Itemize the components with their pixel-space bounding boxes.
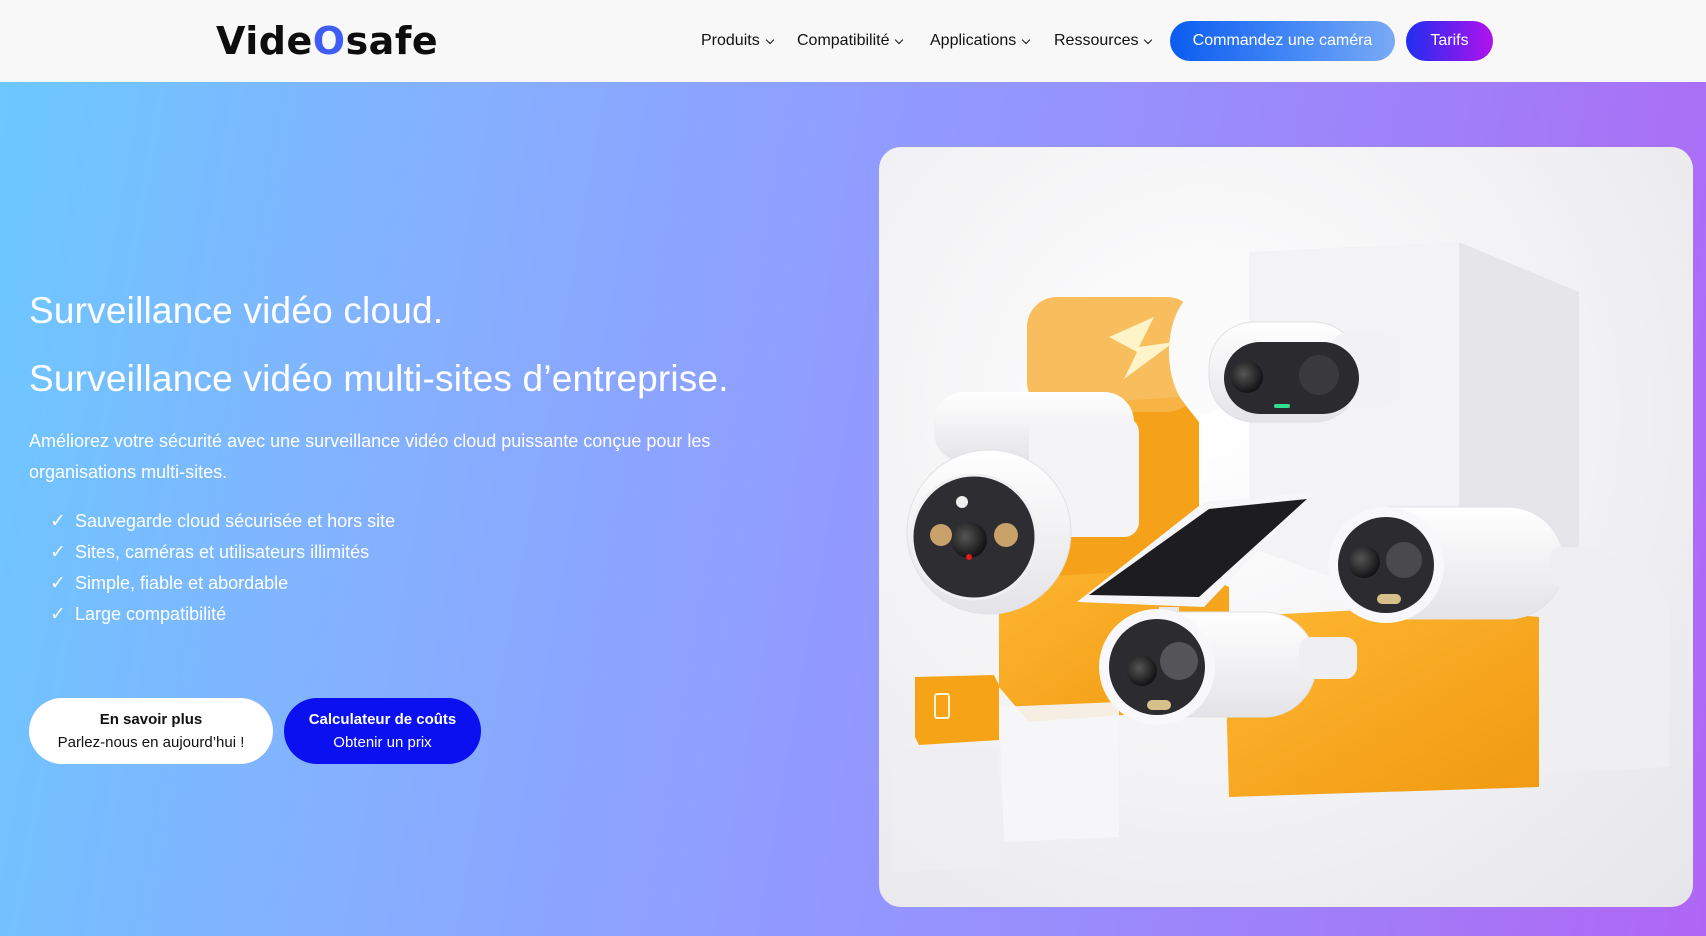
feature-list: ✓ Sauvegarde cloud sécurisée et hors site… <box>50 506 395 630</box>
logo[interactable]: VideOsafe <box>216 17 438 65</box>
cost-calculator-button[interactable]: Calculateur de coûts Obtenir un prix <box>284 698 481 764</box>
pricing-button[interactable]: Tarifs <box>1406 21 1493 61</box>
chevron-down-icon <box>1022 35 1031 44</box>
chevron-down-icon <box>765 35 774 44</box>
logo-o: O <box>312 19 346 63</box>
site-header: VideOsafe Produits Compatibilité Applica… <box>0 0 1706 82</box>
feature-text: Large compatibilité <box>75 604 227 624</box>
logo-prefix: Vide <box>216 19 313 63</box>
battery-cube <box>915 675 999 745</box>
main-nav: Produits <box>701 28 774 54</box>
learn-more-label: En savoir plus <box>99 711 203 728</box>
feature-item: ✓ Large compatibilité <box>50 599 395 630</box>
checkmark-icon: ✓ <box>50 542 66 563</box>
logo-suffix: safe <box>345 19 439 63</box>
hero-title: Surveillance vidéo cloud. <box>29 290 444 331</box>
nav-label: Produits <box>701 32 760 49</box>
feature-text: Sites, caméras et utilisateurs illimités <box>75 542 370 562</box>
order-camera-button[interactable]: Commandez une caméra <box>1170 21 1395 61</box>
nav-label: Compatibilité <box>797 32 890 49</box>
main-nav-2: Compatibilité <box>797 28 904 54</box>
nav-label: Ressources <box>1054 32 1139 49</box>
product-image <box>879 147 1693 907</box>
feature-item: ✓ Sauvegarde cloud sécurisée et hors site <box>50 506 395 537</box>
nav-item-produits[interactable]: Produits <box>701 32 774 50</box>
main-nav-4: Ressources <box>1054 28 1153 54</box>
nav-item-compatibilite[interactable]: Compatibilité <box>797 32 904 50</box>
hero-description: Améliorez votre sécurité avec une survei… <box>29 431 711 482</box>
hero-subtitle: Surveillance vidéo multi-sites d’entrepr… <box>29 358 729 399</box>
feature-item: ✓ Simple, fiable et abordable <box>50 568 395 599</box>
cameras-illustration <box>889 242 1669 872</box>
feature-item: ✓ Sites, caméras et utilisateurs illimité… <box>50 537 395 568</box>
learn-more-sublabel: Parlez-nous en aujourd’hui ! <box>57 734 245 751</box>
checkmark-icon: ✓ <box>50 573 66 594</box>
calculator-sublabel: Obtenir un prix <box>333 734 432 751</box>
chevron-down-icon <box>1144 35 1153 44</box>
feature-text: Sauvegarde cloud sécurisée et hors site <box>75 511 396 531</box>
nav-label: Applications <box>930 32 1017 49</box>
main-nav-3: Applications <box>930 28 1031 54</box>
chevron-down-icon <box>895 35 904 44</box>
learn-more-button[interactable]: En savoir plus Parlez-nous en aujourd’hu… <box>29 698 273 764</box>
cube-shape <box>999 702 1119 842</box>
calculator-label: Calculateur de coûts <box>308 711 457 728</box>
hero-section: Surveillance vidéo cloud. Surveillance v… <box>0 82 1706 936</box>
nav-item-ressources[interactable]: Ressources <box>1054 32 1153 50</box>
checkmark-icon: ✓ <box>50 511 66 532</box>
nav-item-applications[interactable]: Applications <box>930 32 1031 50</box>
cube-shape <box>889 747 999 872</box>
checkmark-icon: ✓ <box>50 604 66 625</box>
bullet-camera-top <box>1208 321 1399 423</box>
feature-text: Simple, fiable et abordable <box>75 573 289 593</box>
